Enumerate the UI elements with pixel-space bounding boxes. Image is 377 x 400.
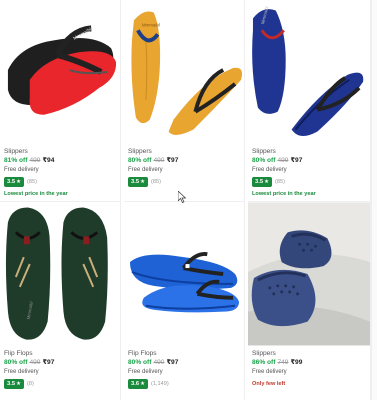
price-line: 80% off 490 ₹97 — [128, 156, 240, 165]
product-tag: Lowest price in the year — [252, 191, 316, 197]
product-card[interactable]: Flip Flops 80% off 490 ₹97 Free delivery 3… — [124, 202, 245, 400]
product-image[interactable] — [124, 202, 244, 346]
delivery-label: Free delivery — [4, 167, 39, 173]
product-name: Slippers — [252, 148, 276, 155]
price-line: 80% off 490 ₹97 — [128, 358, 240, 367]
product-image[interactable]: Mmmaibl — [248, 0, 370, 144]
discount-label: 80% off — [128, 359, 152, 366]
mrp-label: 749 — [277, 359, 289, 366]
price-label: ₹97 — [290, 157, 303, 164]
rating-badge: 3.5 ★ — [4, 379, 24, 389]
product-card[interactable]: Mmmaibl Slippers 80% off 499 ₹97 Free deli… — [248, 0, 371, 202]
rating-badge: 3.5 ★ — [4, 177, 24, 187]
product-name: Flip Flops — [128, 350, 157, 357]
svg-text:Mmmaibl: Mmmaibl — [142, 22, 160, 27]
product-name: Slippers — [128, 148, 152, 155]
price-line: 80% off 499 ₹97 — [4, 358, 116, 367]
rating-count: (85) — [275, 179, 285, 185]
discount-label: 86% off — [252, 359, 276, 366]
rating-row: 3.5 ★ (85) — [4, 177, 116, 187]
mrp-label: 499 — [29, 157, 41, 164]
rating-row: 3.5 ★ (8) — [4, 379, 116, 389]
delivery-label: Free delivery — [252, 369, 287, 375]
rating-badge: 3.6 ★ — [128, 379, 148, 389]
star-icon: ★ — [16, 179, 21, 185]
product-image[interactable]: Mmmaibl — [0, 0, 120, 144]
rating-badge: 3.5 ★ — [252, 177, 272, 187]
product-card[interactable]: Mmmaibl Flip Flops 80% off 499 ₹97 Free de… — [0, 202, 121, 400]
product-name: Slippers — [4, 148, 28, 155]
rating-row: 3.6 ★ (1,149) — [128, 379, 240, 389]
discount-label: 80% off — [128, 157, 152, 164]
price-line: 80% off 499 ₹97 — [252, 156, 366, 165]
rating-count: (8) — [27, 381, 34, 387]
product-tag: Lowest price in the year — [4, 191, 68, 197]
star-icon: ★ — [16, 381, 21, 387]
mouse-cursor-icon — [178, 191, 186, 203]
price-label: ₹97 — [42, 359, 55, 366]
delivery-label: Free delivery — [252, 167, 287, 173]
rating-count: (1,149) — [151, 381, 169, 387]
star-icon: ★ — [264, 179, 269, 185]
price-label: ₹97 — [166, 359, 179, 366]
price-label: ₹97 — [166, 157, 179, 164]
discount-label: 80% off — [4, 359, 28, 366]
mrp-label: 499 — [277, 157, 289, 164]
mrp-label: 499 — [29, 359, 41, 366]
product-image[interactable]: Mmmaibl — [0, 202, 120, 346]
delivery-label: Free delivery — [128, 369, 163, 375]
rating-row: 3.5 ★ (85) — [128, 177, 240, 187]
scrollbar[interactable] — [371, 0, 377, 400]
delivery-label: Free delivery — [128, 167, 163, 173]
rating-count: (85) — [27, 179, 37, 185]
product-image[interactable] — [248, 202, 370, 346]
product-tag: Only few left — [252, 381, 286, 387]
product-name: Flip Flops — [4, 350, 33, 357]
discount-label: 81% off — [4, 157, 28, 164]
product-card[interactable]: Mmmaibl Slippers 81% off 499 ₹94 Free deli… — [0, 0, 121, 202]
delivery-label: Free delivery — [4, 369, 39, 375]
price-label: ₹94 — [42, 157, 55, 164]
product-image[interactable]: Mmmaibl — [124, 0, 244, 144]
star-icon: ★ — [140, 381, 145, 387]
rating-row: 3.5 ★ (85) — [252, 177, 366, 187]
product-card[interactable]: Mmmaibl Slippers 80% off 490 ₹97 Free deli… — [124, 0, 245, 202]
discount-label: 80% off — [252, 157, 276, 164]
price-line: 86% off 749 ₹99 — [252, 358, 366, 367]
product-name: Slippers — [252, 350, 276, 357]
price-line: 81% off 499 ₹94 — [4, 156, 116, 165]
product-card[interactable]: Slippers 86% off 749 ₹99 Free delivery Onl… — [248, 202, 371, 400]
star-icon: ★ — [140, 179, 145, 185]
rating-count: (85) — [151, 179, 161, 185]
price-label: ₹99 — [290, 359, 303, 366]
mrp-label: 490 — [153, 359, 165, 366]
rating-badge: 3.5 ★ — [128, 177, 148, 187]
mrp-label: 490 — [153, 157, 165, 164]
